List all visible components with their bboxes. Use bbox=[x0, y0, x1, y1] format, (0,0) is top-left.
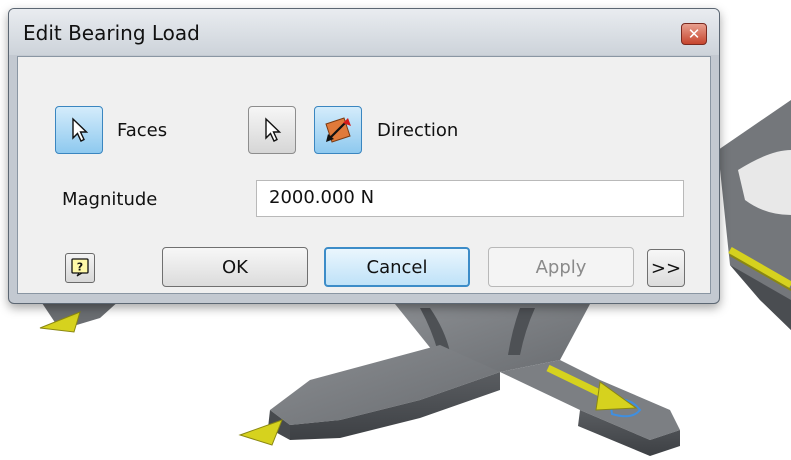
faces-label: Faces bbox=[117, 120, 168, 141]
flip-direction-button[interactable] bbox=[314, 106, 362, 154]
cursor-arrow-icon bbox=[265, 117, 282, 142]
dialog-title: Edit Bearing Load bbox=[23, 21, 200, 45]
svg-text:?: ? bbox=[77, 261, 83, 274]
magnitude-label: Magnitude bbox=[62, 189, 158, 210]
magnitude-input[interactable]: 2000.000 N bbox=[256, 180, 684, 217]
close-button[interactable]: ✕ bbox=[681, 23, 707, 45]
part-right-upper bbox=[718, 100, 791, 330]
close-icon: ✕ bbox=[687, 25, 701, 43]
direction-select-button[interactable] bbox=[248, 106, 296, 154]
apply-button[interactable]: Apply bbox=[488, 247, 634, 287]
dialog-titlebar[interactable]: Edit Bearing Load ✕ bbox=[9, 9, 719, 55]
help-button[interactable]: ? bbox=[65, 253, 95, 283]
cursor-arrow-icon bbox=[72, 117, 89, 142]
load-arrow-left bbox=[238, 419, 283, 446]
part-base bbox=[268, 304, 680, 456]
dialog-client: Faces Direction Magnitude 2000.000 N ? O… bbox=[17, 56, 711, 294]
cancel-button[interactable]: Cancel bbox=[324, 247, 470, 287]
direction-label: Direction bbox=[377, 120, 459, 141]
faces-select-button[interactable] bbox=[55, 106, 103, 154]
expand-button[interactable]: >> bbox=[647, 249, 685, 287]
help-icon: ? bbox=[71, 258, 89, 277]
flip-direction-icon bbox=[325, 117, 351, 143]
edit-bearing-load-dialog: Edit Bearing Load ✕ Faces Direction Magn… bbox=[8, 8, 720, 304]
ok-button[interactable]: OK bbox=[162, 247, 308, 287]
